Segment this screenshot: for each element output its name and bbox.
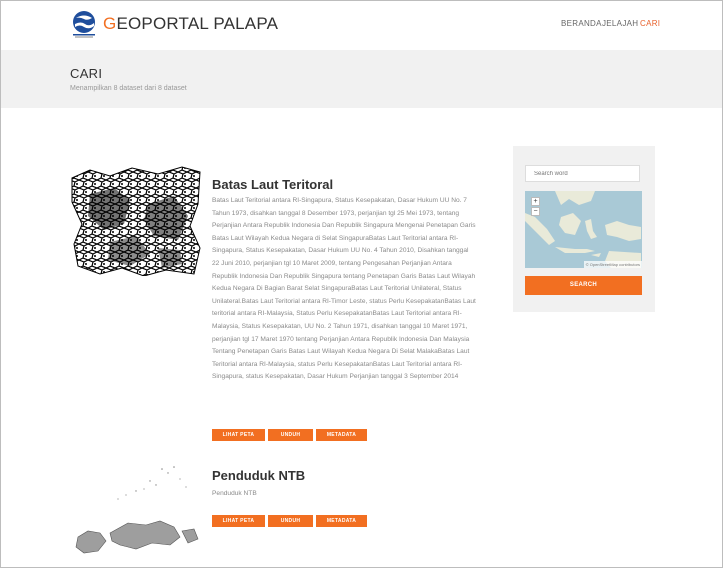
page-title-band: CARI Menampilkan 8 dataset dari 8 datase…: [1, 50, 722, 108]
dataset-thumbnail-penduduk-ntb[interactable]: [70, 461, 201, 557]
site-brand[interactable]: GEOPORTAL PALAPA: [103, 14, 278, 34]
brand-initial: G: [103, 14, 117, 33]
result-count: Menampilkan 8 dataset dari 8 dataset: [70, 85, 187, 92]
big-logo-icon[interactable]: [69, 9, 99, 39]
map-tiles: [525, 191, 642, 268]
search-map[interactable]: + − © OpenStreetMap contributors: [525, 191, 642, 268]
search-input[interactable]: [525, 165, 640, 182]
page-frame: GEOPORTAL PALAPA BERANDA JELAJAH CARI CA…: [0, 0, 723, 568]
dataset-description: Batas Laut Teritorial antara RI-Singapur…: [212, 197, 476, 381]
search-sidebar: + − © OpenStreetMap contributors SEARCH: [513, 146, 655, 312]
map-attribution[interactable]: © OpenStreetMap contributors: [583, 261, 642, 268]
zoom-out-button[interactable]: −: [531, 207, 540, 216]
unduh-button[interactable]: UNDUH: [268, 429, 313, 441]
nav-beranda[interactable]: BERANDA: [561, 19, 602, 28]
nav-cari[interactable]: CARI: [640, 19, 660, 28]
dataset-description: Penduduk NTB: [212, 490, 257, 497]
page-title: CARI: [70, 66, 103, 81]
metadata-button[interactable]: METADATA: [316, 429, 367, 441]
dataset-title[interactable]: Batas Laut Teritoral: [212, 177, 333, 192]
brand-name: EOPORTAL PALAPA: [116, 14, 279, 33]
header: GEOPORTAL PALAPA BERANDA JELAJAH CARI: [1, 1, 722, 50]
lihat-peta-button[interactable]: LIHAT PETA: [212, 429, 265, 441]
nav-jelajah[interactable]: JELAJAH: [602, 19, 638, 28]
unduh-button[interactable]: UNDUH: [268, 515, 313, 527]
dataset-title[interactable]: Penduduk NTB: [212, 468, 305, 483]
dataset-thumbnail-batas-laut[interactable]: [70, 164, 201, 276]
search-button[interactable]: SEARCH: [525, 276, 642, 295]
zoom-in-button[interactable]: +: [531, 197, 540, 206]
metadata-button[interactable]: METADATA: [316, 515, 367, 527]
lihat-peta-button[interactable]: LIHAT PETA: [212, 515, 265, 527]
